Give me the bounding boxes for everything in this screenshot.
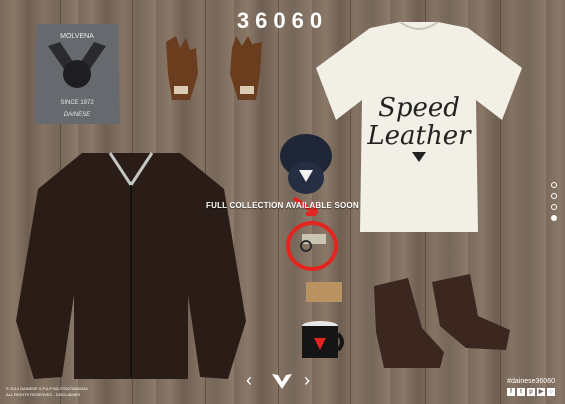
instagram-icon[interactable]: ○ xyxy=(547,388,555,396)
tshirt-script-line2: Leather xyxy=(366,121,472,151)
tshirt-brand: DAINESE xyxy=(64,112,91,118)
legal-links[interactable]: ALL RIGHTS RESERVED - DISCLAIMER xyxy=(6,392,88,398)
tshirt-text-top: MOLVENA xyxy=(60,33,94,40)
slide-dot[interactable] xyxy=(551,193,557,199)
slide-dot[interactable] xyxy=(551,182,557,188)
tshirt-text-bottom: SINCE 1972 xyxy=(60,100,94,106)
gift-box-product[interactable] xyxy=(306,282,342,302)
twitter-icon[interactable]: t xyxy=(517,388,525,396)
leather-jacket-product[interactable] xyxy=(12,145,250,383)
grey-tshirt-product[interactable]: MOLVENA SINCE 1972 DAINESE xyxy=(28,18,126,128)
next-arrow-icon[interactable]: › xyxy=(304,370,310,391)
gloves-product[interactable] xyxy=(160,34,270,106)
key-ring-product[interactable] xyxy=(296,230,330,254)
pinterest-icon[interactable]: p xyxy=(527,388,535,396)
footer-copyright: © 2014 DAINESE S.P.A P.IVA IT00275680284… xyxy=(6,386,88,398)
tshirt-script-line1: Speed xyxy=(378,93,460,123)
hero-stage: 36060 MOLVENA SINCE 1972 DAINESE Speed L… xyxy=(0,0,565,404)
cap-product[interactable] xyxy=(275,132,337,198)
mug-product[interactable] xyxy=(300,320,346,360)
facebook-icon[interactable]: f xyxy=(507,388,515,396)
slide-dot[interactable] xyxy=(551,204,557,210)
boots-product[interactable] xyxy=(366,272,516,372)
prev-arrow-icon[interactable]: ‹ xyxy=(246,370,252,391)
announcement-text: FULL COLLECTION AVAILABLE SOON xyxy=(206,201,359,210)
youtube-icon[interactable]: ▶ xyxy=(537,388,545,396)
dainese-logo[interactable] xyxy=(271,373,293,391)
slide-dot-active[interactable] xyxy=(551,215,557,221)
social-links: f t p ▶ ○ xyxy=(507,388,555,396)
hashtag-text: #dainese36060 xyxy=(507,378,555,385)
